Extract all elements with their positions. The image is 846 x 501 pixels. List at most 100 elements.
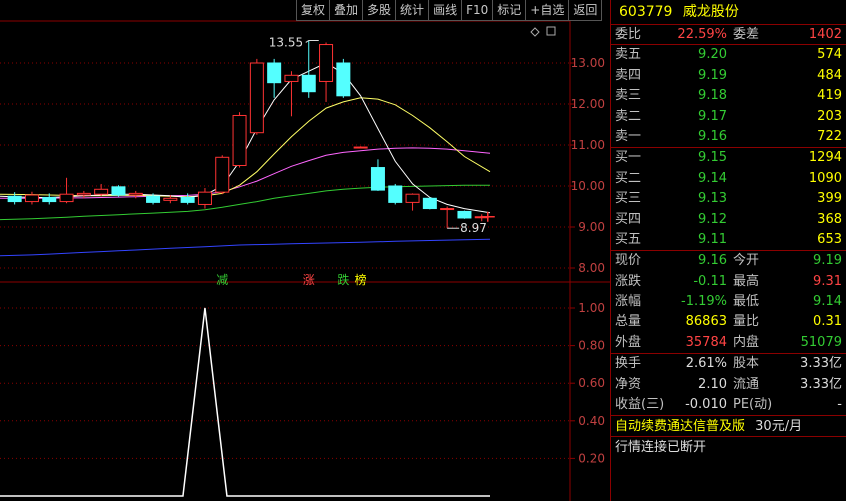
zhangdie-value: -0.11 — [693, 273, 727, 289]
quote-stats: 现价 9.16 今开 9.19 涨跌 -0.11 最高 9.31 涨幅 -1.19% 最低… — [611, 251, 846, 355]
candle — [232, 112, 247, 168]
low-annotation: 8.97 — [460, 221, 487, 235]
candle-body — [24, 194, 39, 203]
candle-body — [353, 146, 368, 149]
candle-body — [232, 114, 247, 167]
neipan-value: 51079 — [800, 334, 842, 350]
quote-row: 外盘 35784 内盘 51079 — [611, 333, 846, 353]
waipan-value: 35784 — [685, 334, 727, 350]
candle-body — [111, 186, 126, 196]
toolbar-zixuan-button[interactable]: +自选 — [525, 0, 569, 21]
indicator-line — [0, 307, 490, 497]
toolbar-fanhui-button[interactable]: 返回 — [568, 0, 603, 21]
chart-area[interactable]: 13.00 12.00 11.00 10.00 9.00 8.00 1.00 0.80 0.60… — [0, 0, 610, 501]
candle-body — [215, 156, 230, 193]
buy-label: 买三 — [615, 191, 642, 207]
candle-body — [405, 193, 420, 203]
quote-row: 总量 86863 量比 0.31 — [611, 312, 846, 332]
zuidi-value: 9.14 — [813, 294, 842, 310]
promo-text[interactable]: 自动续费通达信普及版 — [615, 419, 745, 434]
candle-body — [319, 44, 334, 82]
candle-body — [128, 192, 143, 196]
candle — [370, 159, 385, 191]
guben-value: 3.33亿 — [800, 356, 842, 372]
diamond-icon — [530, 27, 540, 37]
toolbar-biaoji-button[interactable]: 标记 — [492, 0, 526, 21]
high-marker — [305, 39, 319, 43]
stock-name: 威龙股份 — [682, 4, 739, 20]
liangbi-label: 量比 — [733, 314, 760, 330]
toolbar-diejia-button[interactable]: 叠加 — [329, 0, 363, 21]
sell-row: 卖四 9.19 484 — [611, 66, 846, 86]
sell-label: 卖四 — [615, 67, 642, 83]
zuigao-value: 9.31 — [813, 273, 842, 289]
fund-row: 换手 2.61% 股本 3.33亿 — [611, 354, 846, 374]
buy-price: 9.15 — [698, 150, 727, 166]
toolbar-huaxian-button[interactable]: 画线 — [428, 0, 462, 21]
weicha-label: 委差 — [733, 27, 760, 42]
candle — [440, 206, 455, 229]
candle-body — [267, 62, 282, 84]
liutong-label: 流通 — [733, 376, 760, 392]
candle — [474, 214, 489, 222]
zhangfu-value: -1.19% — [681, 294, 727, 310]
quote-row: 涨幅 -1.19% 最低 9.14 — [611, 292, 846, 312]
buy-row: 买四 9.12 368 — [611, 210, 846, 230]
waipan-label: 外盘 — [615, 334, 642, 350]
promo-price: 30元/月 — [755, 419, 803, 435]
indicator-tick-label: 0.60 — [578, 376, 605, 390]
buy-label: 买四 — [615, 211, 642, 227]
buy-row: 买三 9.13 399 — [611, 189, 846, 209]
sell-label: 卖二 — [615, 108, 642, 124]
candle-body — [180, 196, 195, 203]
ma120-line — [0, 238, 491, 257]
candle-body — [42, 196, 57, 203]
weibi-label: 委比 — [615, 27, 642, 42]
price-tick-label: 11.00 — [571, 138, 605, 152]
buy-price: 9.12 — [698, 211, 727, 227]
sell-row: 卖一 9.16 722 — [611, 127, 846, 147]
signal-label: 榜 — [355, 272, 367, 287]
toolbar-f10-button[interactable]: F10 — [461, 0, 493, 21]
sell-price: 9.19 — [698, 67, 727, 83]
candle — [284, 71, 299, 117]
sell-row: 卖五 9.20 574 — [611, 45, 846, 65]
candle — [405, 193, 420, 211]
buy-price: 9.11 — [698, 231, 727, 247]
signal-label: 涨 — [303, 272, 315, 287]
jinkai-value: 9.19 — [813, 253, 842, 269]
zhangfu-label: 涨幅 — [615, 294, 642, 310]
buy-volume: 368 — [817, 211, 842, 227]
buy-price: 9.13 — [698, 191, 727, 207]
indicator-tick-label: 0.40 — [578, 414, 605, 428]
quote-row: 现价 9.16 今开 9.19 — [611, 251, 846, 271]
weicha-value: 1402 — [808, 27, 842, 42]
candle-body — [284, 74, 299, 82]
candle — [267, 58, 282, 98]
zuigao-label: 最高 — [733, 273, 760, 289]
promo-row[interactable]: 自动续费通达信普及版 30元/月 — [611, 416, 846, 438]
high-annotation: 13.55 — [269, 35, 303, 49]
sell-price: 9.17 — [698, 108, 727, 124]
liangbi-value: 0.31 — [813, 314, 842, 330]
liutong-value: 3.33亿 — [800, 376, 842, 392]
candle — [249, 58, 264, 135]
toolbar-duogu-button[interactable]: 多股 — [362, 0, 396, 21]
toolbar-fuquan-button[interactable]: 复权 — [296, 0, 330, 21]
candle-body — [301, 74, 316, 93]
buy-row: 买一 9.15 1294 — [611, 148, 846, 168]
connection-status: 行情连接已断开 — [615, 440, 707, 456]
candle — [215, 155, 230, 195]
candle-body — [336, 62, 351, 97]
toolbar-tongji-button[interactable]: 统计 — [395, 0, 429, 21]
kline-chart[interactable]: 13.00 12.00 11.00 10.00 9.00 8.00 1.00 0.80 0.60… — [0, 0, 610, 501]
sell-price: 9.20 — [698, 47, 727, 63]
xianjia-value: 9.16 — [698, 253, 727, 269]
weibi-value: 22.59% — [677, 27, 727, 42]
sell-volume: 203 — [817, 108, 842, 124]
zuidi-label: 最低 — [733, 294, 760, 310]
candle-body — [163, 197, 178, 201]
sell-volume: 484 — [817, 67, 842, 83]
toolbar: 复权 叠加 多股 统计 画线 F10 标记 +自选 返回 — [296, 0, 603, 21]
candle — [388, 183, 403, 205]
